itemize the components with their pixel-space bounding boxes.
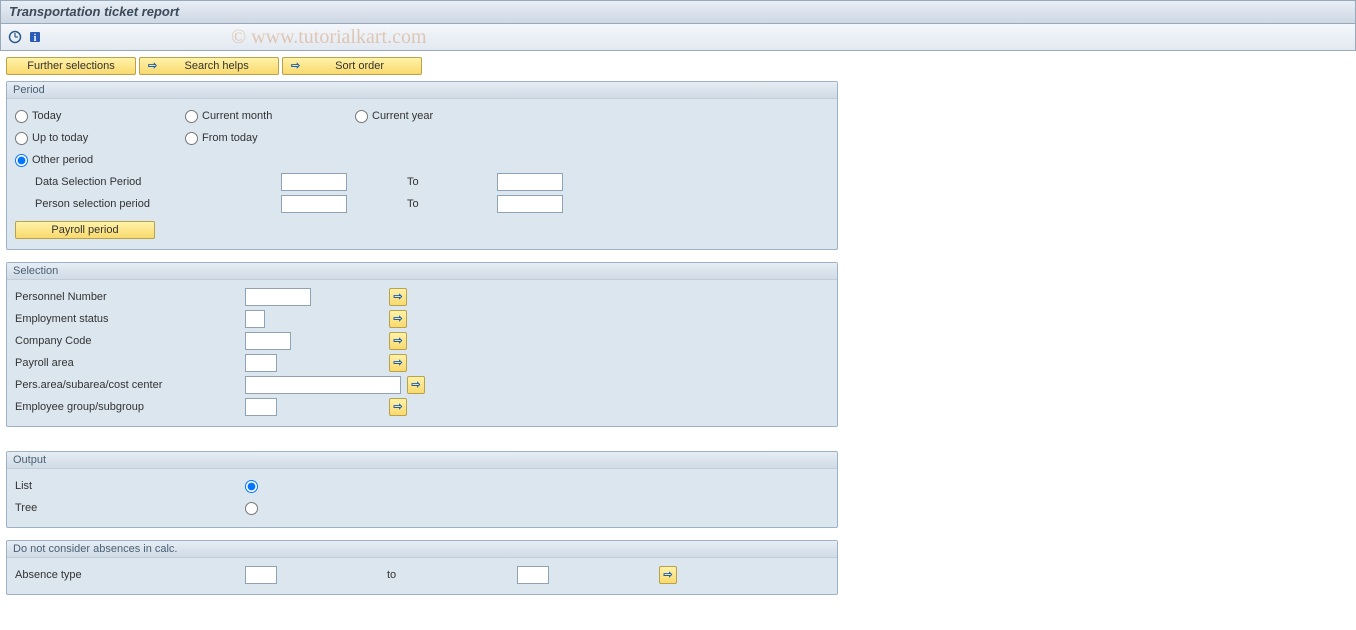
multi-select-persarea-button[interactable]: ⇨ (407, 376, 425, 394)
label-list: List (15, 480, 245, 492)
multi-select-employment-button[interactable]: ⇨ (389, 310, 407, 328)
person-selection-from-input[interactable] (281, 195, 347, 213)
label-absence-type: Absence type (15, 569, 245, 581)
label-company-code: Company Code (15, 335, 245, 347)
absence-to-input[interactable] (517, 566, 549, 584)
radio-tree[interactable] (245, 502, 258, 515)
selection-buttons-row: Further selections ⇨Search helps ⇨Sort o… (6, 57, 1350, 75)
content-area: Further selections ⇨Search helps ⇨Sort o… (0, 51, 1356, 630)
label-current-year: Current year (372, 110, 433, 122)
arrow-right-icon: ⇨ (393, 354, 402, 372)
label-other-period: Other period (32, 154, 93, 166)
arrow-right-icon: ⇨ (393, 332, 402, 350)
payroll-area-input[interactable] (245, 354, 277, 372)
label-absence-to: to (277, 569, 517, 581)
multi-select-company-button[interactable]: ⇨ (389, 332, 407, 350)
multi-select-absence-button[interactable]: ⇨ (659, 566, 677, 584)
pers-area-input[interactable] (245, 376, 401, 394)
payroll-period-button[interactable]: Payroll period (15, 221, 155, 239)
period-title: Period (7, 82, 837, 99)
selection-title: Selection (7, 263, 837, 280)
radio-today[interactable] (15, 110, 28, 123)
selection-group: Selection Personnel Number ⇨ Employment … (6, 262, 838, 427)
radio-up-to-today[interactable] (15, 132, 28, 145)
company-code-input[interactable] (245, 332, 291, 350)
label-from-today: From today (202, 132, 258, 144)
label-payroll-area: Payroll area (15, 357, 245, 369)
title-bar: Transportation ticket report (0, 0, 1356, 24)
label-data-selection: Data Selection Period (15, 176, 281, 188)
label-to-2: To (347, 198, 497, 210)
employment-status-input[interactable] (245, 310, 265, 328)
arrow-right-icon: ⇨ (411, 376, 420, 394)
search-helps-button[interactable]: ⇨Search helps (139, 57, 279, 75)
output-title: Output (7, 452, 837, 469)
radio-other-period[interactable] (15, 154, 28, 167)
page-title: Transportation ticket report (9, 4, 179, 19)
absences-group: Do not consider absences in calc. Absenc… (6, 540, 838, 595)
label-personnel-number: Personnel Number (15, 291, 245, 303)
arrow-right-icon: ⇨ (393, 398, 402, 416)
output-group: Output List Tree (6, 451, 838, 528)
absence-from-input[interactable] (245, 566, 277, 584)
radio-from-today[interactable] (185, 132, 198, 145)
multi-select-payroll-button[interactable]: ⇨ (389, 354, 407, 372)
personnel-number-input[interactable] (245, 288, 311, 306)
label-person-selection: Person selection period (15, 198, 281, 210)
info-icon[interactable]: i (27, 29, 43, 45)
absences-title: Do not consider absences in calc. (7, 541, 837, 558)
label-tree: Tree (15, 502, 245, 514)
arrow-right-icon: ⇨ (393, 288, 402, 306)
data-selection-to-input[interactable] (497, 173, 563, 191)
sort-order-button[interactable]: ⇨Sort order (282, 57, 422, 75)
arrow-right-icon: ⇨ (291, 57, 300, 75)
multi-select-personnel-button[interactable]: ⇨ (389, 288, 407, 306)
svg-text:i: i (34, 33, 37, 44)
execute-icon[interactable] (7, 29, 23, 45)
radio-current-month[interactable] (185, 110, 198, 123)
app-toolbar: i © www.tutorialkart.com (0, 24, 1356, 51)
employee-group-input[interactable] (245, 398, 277, 416)
further-selections-button[interactable]: Further selections (6, 57, 136, 75)
label-to-1: To (347, 176, 497, 188)
period-group: Period Today Current month Current year … (6, 81, 838, 250)
arrow-right-icon: ⇨ (393, 310, 402, 328)
arrow-right-icon: ⇨ (663, 566, 672, 584)
person-selection-to-input[interactable] (497, 195, 563, 213)
data-selection-from-input[interactable] (281, 173, 347, 191)
watermark: © www.tutorialkart.com (231, 24, 427, 50)
label-employee-group: Employee group/subgroup (15, 401, 245, 413)
radio-current-year[interactable] (355, 110, 368, 123)
label-current-month: Current month (202, 110, 272, 122)
label-up-to-today: Up to today (32, 132, 88, 144)
label-employment-status: Employment status (15, 313, 245, 325)
label-today: Today (32, 110, 61, 122)
radio-list[interactable] (245, 480, 258, 493)
multi-select-empgroup-button[interactable]: ⇨ (389, 398, 407, 416)
arrow-right-icon: ⇨ (148, 57, 157, 75)
label-pers-area: Pers.area/subarea/cost center (15, 379, 245, 391)
